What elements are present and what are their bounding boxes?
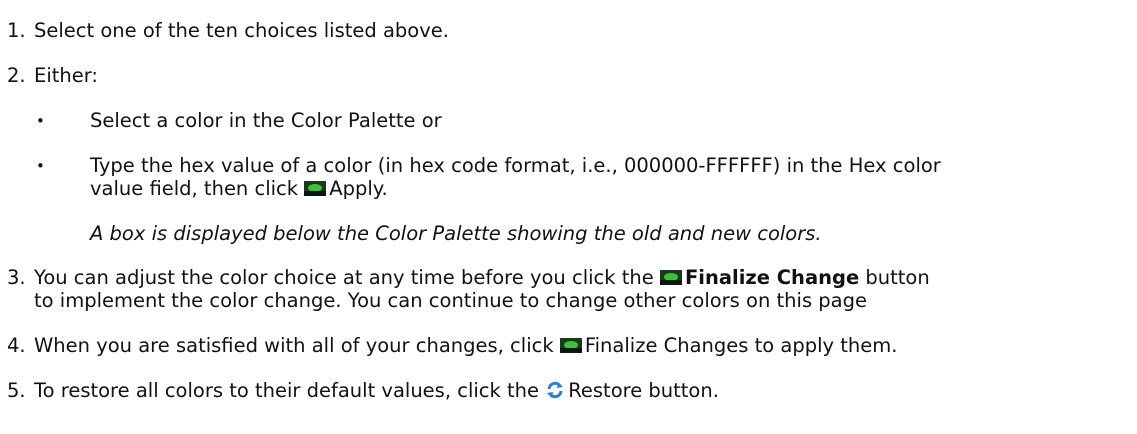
step-1: 1. [7,19,26,43]
step-1-number: 1. [7,19,26,42]
step-5-post: Restore button. [568,379,719,402]
step-4-pre: When you are satisfied with all of your … [34,334,554,357]
bullet-marker: • [36,157,45,175]
bullet-2-line-2-pre: value field, then click [90,177,299,200]
step-3-line-2: to implement the color change. You can c… [34,289,868,312]
step-3-line-1: You can adjust the color choice at any t… [34,266,930,290]
finalize-change-label: Finalize Change [684,266,860,289]
step-1-text: Select one of the ten choices listed abo… [34,19,449,42]
step-5-text: To restore all colors to their default v… [34,379,719,403]
step-3-post: button [865,266,930,289]
step-3-number: 3. [7,266,26,289]
apply-icon [304,178,327,196]
bullet-2-line-2-post: Apply. [329,177,388,200]
step-4-post: Finalize Changes to apply them. [584,334,898,357]
step-3-pre: You can adjust the color choice at any t… [34,266,654,289]
bullet-marker: • [36,112,45,130]
finalize-icon [559,335,582,353]
bullet-2-line-2: value field, then click Apply. [90,177,388,201]
step-5-number: 5. [7,379,26,402]
restore-icon [545,380,565,400]
step-4-number: 4. [7,334,26,357]
note-text: A box is displayed below the Color Palet… [90,222,822,245]
step-4-text: When you are satisfied with all of your … [34,334,897,358]
bullet-1-text: Select a color in the Color Palette or [90,109,442,132]
instructions-page: 1. Select one of the ten choices listed … [0,0,1137,434]
finalize-icon [659,267,682,285]
step-2-number: 2. [7,64,26,87]
step-5-pre: To restore all colors to their default v… [34,379,540,402]
step-2-text: Either: [34,64,98,87]
bullet-2-line-1: Type the hex value of a color (in hex co… [90,154,941,177]
